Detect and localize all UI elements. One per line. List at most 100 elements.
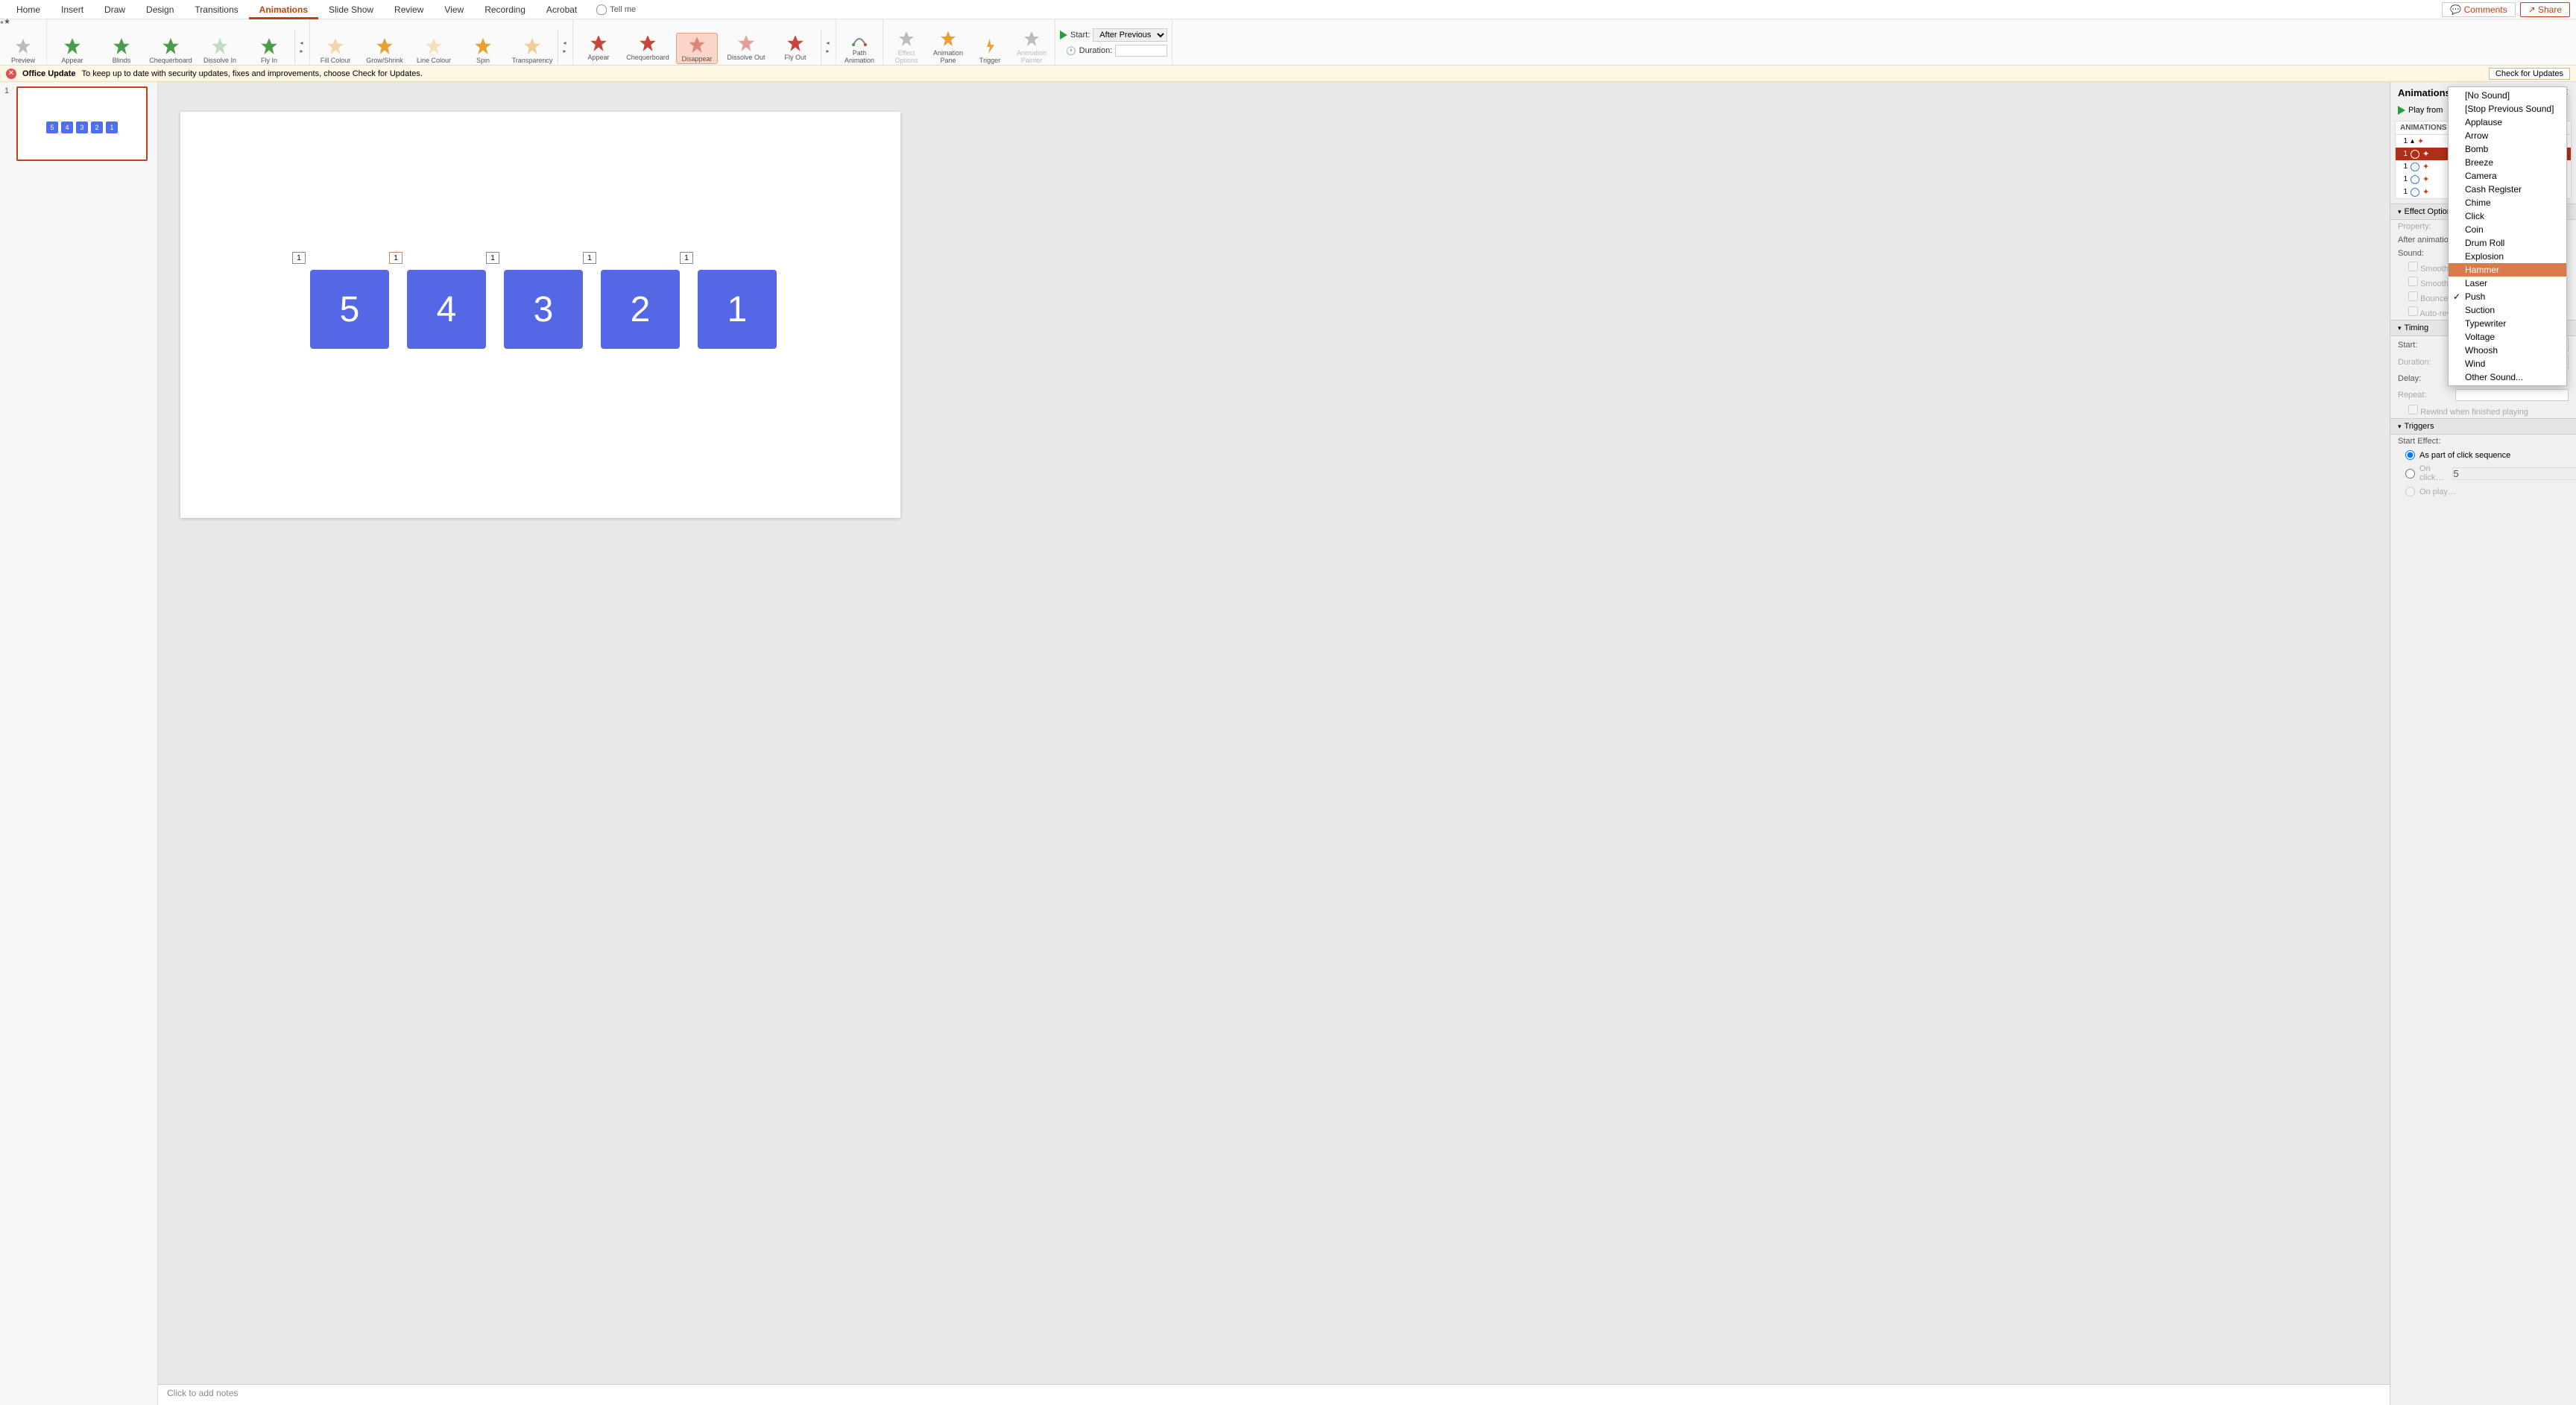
anim-chequerboard[interactable]: Chequerboard: [150, 36, 192, 64]
tell-me[interactable]: Tell me: [596, 4, 636, 15]
sound-option[interactable]: Laser: [2449, 277, 2566, 290]
sound-option[interactable]: Click: [2449, 209, 2566, 223]
bulb-icon: [596, 4, 607, 15]
notes-area[interactable]: Click to add notes: [158, 1384, 2390, 1405]
sound-option[interactable]: Drum Roll: [2449, 236, 2566, 250]
sound-option[interactable]: [Stop Previous Sound]: [2449, 102, 2566, 116]
exit-more[interactable]: ◂▸: [821, 30, 831, 64]
sound-option[interactable]: [No Sound]: [2449, 89, 2566, 102]
slide-canvas[interactable]: 15 14 13 12 11: [180, 112, 900, 518]
red-star-icon: ✦: [2417, 136, 2424, 146]
thumb-shape: 3: [76, 121, 88, 133]
sound-option[interactable]: Whoosh: [2449, 344, 2566, 357]
anim-grow-shrink[interactable]: Grow/Shrink: [364, 36, 405, 64]
anim-dissolve-out[interactable]: Dissolve Out: [725, 33, 767, 61]
anim-fill-colour[interactable]: Fill Colour: [315, 36, 356, 64]
sound-option[interactable]: Hammer: [2449, 263, 2566, 277]
sound-option[interactable]: Arrow: [2449, 129, 2566, 142]
anim-disappear[interactable]: Disappear: [676, 33, 718, 64]
update-title: Office Update: [22, 69, 76, 78]
preview-button[interactable]: Preview: [4, 34, 42, 64]
cursor-icon: ▴: [2411, 137, 2414, 145]
sound-option[interactable]: Explosion: [2449, 250, 2566, 263]
shape[interactable]: 2: [601, 270, 680, 349]
tab-recording[interactable]: Recording: [474, 0, 536, 19]
red-star-icon: ✦: [2422, 149, 2429, 159]
slide-thumbnails-panel: 1 ⁎★ 5 4 3 2 1: [0, 82, 158, 1405]
sound-option[interactable]: ✓Push: [2449, 290, 2566, 303]
start-select[interactable]: After Previous: [1093, 28, 1167, 42]
anim-fly-out[interactable]: Fly Out: [774, 33, 816, 61]
tab-home[interactable]: Home: [6, 0, 51, 19]
anim-fly-in[interactable]: Fly In: [248, 36, 290, 64]
timing-repeat-input: [2455, 389, 2569, 401]
tab-animations[interactable]: Animations: [249, 0, 318, 19]
tab-slideshow[interactable]: Slide Show: [318, 0, 384, 19]
path-animation-button[interactable]: Path Animation: [841, 27, 878, 64]
path-icon: [850, 30, 868, 48]
anim-dissolve-in[interactable]: Dissolve In: [199, 36, 241, 64]
triggers-header[interactable]: ▾Triggers: [2390, 418, 2576, 435]
emphasis-more[interactable]: ◂▸: [558, 30, 568, 64]
sound-option[interactable]: Chime: [2449, 196, 2566, 209]
anim-spin[interactable]: Spin: [462, 36, 504, 64]
shape[interactable]: 3: [504, 270, 583, 349]
sound-option[interactable]: Bomb: [2449, 142, 2566, 156]
rewind-row: Rewind when finished playing: [2390, 403, 2576, 418]
tab-insert[interactable]: Insert: [51, 0, 94, 19]
sound-option[interactable]: Cash Register: [2449, 183, 2566, 196]
anim-exit-appear[interactable]: Appear: [578, 33, 619, 61]
tab-transitions[interactable]: Transitions: [184, 0, 248, 19]
anim-tag[interactable]: 1: [583, 252, 596, 264]
check-updates-button[interactable]: Check for Updates: [2489, 68, 2570, 80]
anim-tag[interactable]: 1: [486, 252, 499, 264]
sound-option[interactable]: Applause: [2449, 116, 2566, 129]
sound-option[interactable]: Voltage: [2449, 330, 2566, 344]
tab-review[interactable]: Review: [384, 0, 434, 19]
sound-option[interactable]: Breeze: [2449, 156, 2566, 169]
sound-option[interactable]: Other Sound...: [2449, 370, 2566, 384]
start-label: Start:: [1070, 31, 1090, 40]
timing-repeat-label: Repeat:: [2398, 391, 2451, 400]
anim-tag[interactable]: 1: [389, 252, 402, 264]
tab-draw[interactable]: Draw: [94, 0, 136, 19]
thumb-shape: 2: [91, 121, 103, 133]
play-icon: [2398, 106, 2405, 115]
close-update-icon[interactable]: ✕: [6, 69, 16, 79]
tab-view[interactable]: View: [434, 0, 474, 19]
sound-option[interactable]: Suction: [2449, 303, 2566, 317]
shape[interactable]: 5: [310, 270, 389, 349]
sound-dropdown[interactable]: [No Sound][Stop Previous Sound]ApplauseA…: [2448, 86, 2567, 386]
animation-painter-button[interactable]: Animation Painter: [1013, 27, 1050, 64]
thumb-shape: 5: [46, 121, 58, 133]
anim-exit-chequerboard[interactable]: Chequerboard: [627, 33, 669, 61]
anim-tag[interactable]: 1: [680, 252, 693, 264]
sound-option[interactable]: Camera: [2449, 169, 2566, 183]
anim-blinds[interactable]: Blinds: [101, 36, 142, 64]
radio-click-sequence[interactable]: [2405, 450, 2415, 460]
effect-options-button[interactable]: Effect Options: [888, 27, 925, 64]
shape[interactable]: 1: [698, 270, 777, 349]
anim-transparency[interactable]: Transparency: [511, 36, 553, 64]
trigger-button[interactable]: Trigger: [971, 34, 1008, 64]
anim-tag[interactable]: 1: [292, 252, 306, 264]
shape[interactable]: 4: [407, 270, 486, 349]
tab-acrobat[interactable]: Acrobat: [536, 0, 587, 19]
entrance-more[interactable]: ◂▸: [294, 30, 305, 64]
sound-option[interactable]: Typewriter: [2449, 317, 2566, 330]
animation-pane-button[interactable]: Animation Pane: [929, 27, 967, 64]
comments-button[interactable]: 💬 Comments: [2442, 2, 2515, 17]
painter-icon: [1023, 30, 1041, 48]
anim-appear[interactable]: Appear: [51, 36, 93, 64]
anim-line-colour[interactable]: Line Colour: [413, 36, 455, 64]
slide-thumbnail[interactable]: 5 4 3 2 1: [16, 86, 148, 161]
clock-icon: [2411, 162, 2419, 171]
tab-design[interactable]: Design: [136, 0, 184, 19]
chevron-down-icon: ▾: [2398, 324, 2402, 332]
sound-option[interactable]: Coin: [2449, 223, 2566, 236]
duration-input[interactable]: [1115, 45, 1167, 57]
sound-option[interactable]: Wind: [2449, 357, 2566, 370]
share-button[interactable]: ↗ Share: [2520, 2, 2570, 17]
radio-on-click[interactable]: [2405, 469, 2415, 479]
clock-icon: [2411, 188, 2419, 197]
